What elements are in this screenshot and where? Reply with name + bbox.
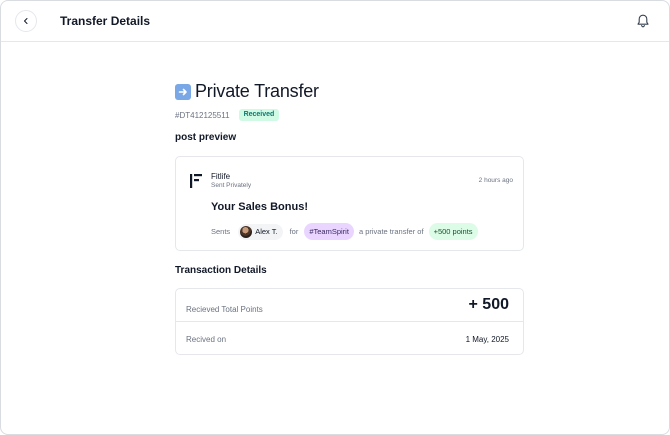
bell-icon[interactable]	[635, 13, 651, 29]
total-points-row: Recieved Total Points + 500	[176, 289, 523, 322]
total-points-value: + 500	[468, 296, 509, 313]
post-preview-card: Fitlife Sent Privately 2 hours ago Your …	[175, 156, 524, 251]
transfer-text: a private transfer of	[358, 227, 424, 236]
points-chip: +500 points	[428, 223, 478, 240]
transaction-id: #DT412125511	[175, 110, 230, 120]
chevron-left-icon	[24, 18, 28, 24]
status-badge: Received	[238, 109, 280, 121]
post-title: Your Sales Bonus!	[211, 201, 308, 213]
transaction-details-card: Recieved Total Points + 500 Recived on 1…	[175, 288, 524, 355]
total-points-label: Recieved Total Points	[186, 305, 263, 314]
post-preview-heading: post preview	[175, 132, 237, 143]
page-header-title: Transfer Details	[60, 14, 151, 28]
post-timestamp: 2 hours ago	[478, 177, 513, 184]
avatar	[240, 225, 253, 238]
transfer-meta: #DT412125511 Received	[175, 109, 280, 121]
user-name: Alex T.	[255, 227, 278, 236]
tag-chip[interactable]: #TeamSpirit	[304, 223, 354, 240]
top-bar: Transfer Details	[1, 1, 669, 42]
transfer-title-row: Private Transfer	[175, 81, 319, 102]
right-arrow-icon	[175, 83, 191, 100]
back-button[interactable]	[15, 10, 37, 32]
received-on-value: 1 May, 2025	[465, 335, 509, 344]
post-description: Sents Alex T. for #TeamSpirit a private …	[211, 223, 478, 240]
user-chip[interactable]: Alex T.	[238, 223, 283, 240]
sender-subtitle: Sent Privately	[211, 182, 252, 189]
page-title: Private Transfer	[195, 81, 319, 101]
received-on-row: Recived on 1 May, 2025	[176, 322, 523, 355]
sender-name: Fitlife	[211, 172, 231, 181]
app-window: Transfer Details Private Transfer #DT412…	[0, 0, 670, 435]
received-on-label: Recived on	[186, 335, 227, 344]
for-text: for	[289, 227, 299, 236]
transaction-details-heading: Transaction Details	[175, 265, 267, 276]
sents-text: Sents	[211, 227, 231, 236]
fitlife-logo-icon	[190, 174, 202, 188]
